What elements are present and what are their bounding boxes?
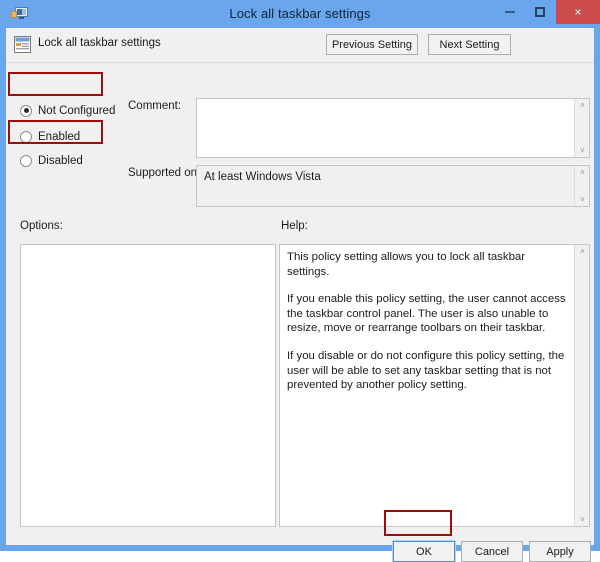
scroll-down-icon[interactable]: ˅ [575, 513, 590, 526]
supported-on-value: At least Windows Vista [204, 171, 321, 183]
radio-not-configured[interactable]: Not Configured [20, 102, 115, 119]
supported-on-scrollbar[interactable]: ˄ ˅ [574, 166, 589, 206]
help-paragraph: This policy setting allows you to lock a… [287, 251, 526, 278]
dialog-body: Lock all taskbar settings Previous Setti… [6, 28, 594, 562]
title-bar: Lock all taskbar settings × [0, 0, 600, 28]
comment-label: Comment: [128, 100, 182, 112]
scroll-down-icon[interactable]: ˅ [575, 193, 590, 206]
supported-on-label: Supported on: [128, 167, 201, 179]
help-paragraph: If you disable or do not configure this … [287, 349, 565, 392]
radio-enabled-icon [20, 130, 32, 143]
policy-setting-window: Lock all taskbar settings × Lock all tas… [0, 0, 600, 562]
help-text: This policy setting allows you to lock a… [287, 250, 567, 393]
scroll-up-icon[interactable]: ˄ [575, 166, 590, 179]
supported-on-field: At least Windows Vista ˄ ˅ [196, 165, 590, 207]
setting-header: Lock all taskbar settings Previous Setti… [6, 28, 594, 63]
help-scrollbar[interactable]: ˄ ˅ [574, 245, 589, 526]
policy-setting-icon [14, 36, 31, 53]
radio-enabled-label: Enabled [38, 130, 81, 143]
maximize-button[interactable] [524, 0, 556, 24]
radio-disabled[interactable]: Disabled [20, 152, 83, 169]
radio-not-configured-label: Not Configured [38, 104, 116, 117]
apply-button[interactable]: Apply [529, 541, 591, 562]
cancel-button[interactable]: Cancel [461, 541, 523, 562]
radio-enabled[interactable]: Enabled [20, 128, 80, 145]
radio-disabled-label: Disabled [38, 154, 83, 167]
radio-not-configured-icon [20, 104, 32, 117]
minimize-button[interactable] [494, 0, 526, 24]
setting-title: Lock all taskbar settings [38, 37, 161, 49]
close-button[interactable]: × [556, 0, 600, 24]
comment-input[interactable]: ˄ ˅ [196, 98, 590, 158]
help-label: Help: [281, 220, 308, 232]
maximize-icon [524, 0, 556, 24]
close-icon: × [574, 5, 582, 19]
scroll-down-icon[interactable]: ˅ [575, 144, 590, 157]
next-setting-button[interactable]: Next Setting [428, 34, 511, 55]
scroll-up-icon[interactable]: ˄ [575, 245, 590, 258]
radio-disabled-icon [20, 154, 32, 167]
options-panel[interactable] [20, 244, 276, 527]
comment-scrollbar[interactable]: ˄ ˅ [574, 99, 589, 157]
scroll-up-icon[interactable]: ˄ [575, 99, 590, 112]
help-paragraph: If you enable this policy setting, the u… [287, 293, 566, 335]
help-panel[interactable]: This policy setting allows you to lock a… [279, 244, 590, 527]
previous-setting-button[interactable]: Previous Setting [326, 34, 418, 55]
options-label: Options: [20, 220, 63, 232]
minimize-icon [494, 0, 526, 24]
ok-button[interactable]: OK [392, 540, 456, 562]
